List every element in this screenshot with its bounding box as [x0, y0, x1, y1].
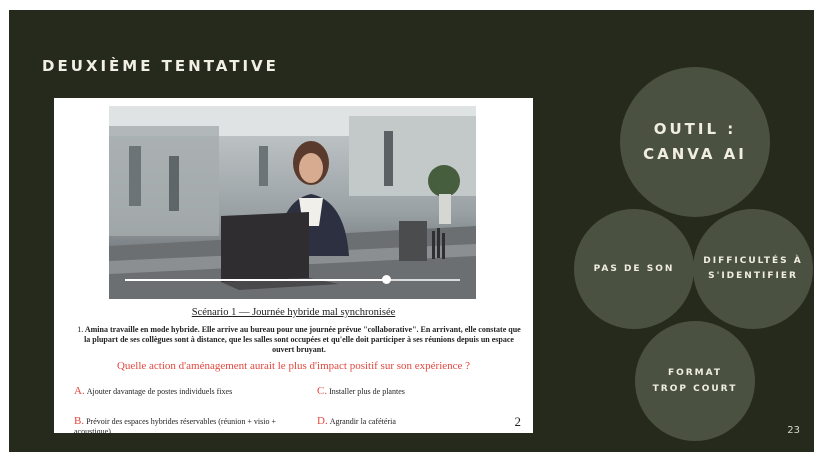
- circle-no-sound: PAS DE SON: [574, 209, 694, 329]
- option-b[interactable]: B. Prévoir des espaces hybrides réservabl…: [74, 416, 289, 437]
- option-letter: D.: [317, 415, 328, 427]
- video-progress-bar[interactable]: [125, 275, 460, 284]
- document-page-number: 2: [514, 414, 522, 429]
- video-progress-knob[interactable]: [381, 275, 391, 284]
- tool-name: CANVA AI: [643, 145, 747, 163]
- circle-short-format: FORMAT TROP COURT: [635, 321, 755, 441]
- scenario-title: Scénario 1 — Journée hybride mal synchro…: [191, 307, 396, 318]
- difficulty-line2: S'IDENTIFIER: [708, 271, 798, 281]
- option-c[interactable]: C. Installer plus de plantes: [317, 386, 517, 397]
- difficulty-line1: DIFFICULTÉS À: [703, 256, 803, 266]
- slide-page-number: 23: [787, 425, 800, 436]
- slide-title: DEUXIÈME TENTATIVE: [42, 57, 279, 75]
- circle-identification-difficulty: DIFFICULTÉS À S'IDENTIFIER: [693, 209, 813, 329]
- option-label: Ajouter davantage de postes individuels …: [86, 387, 233, 396]
- option-label: Agrandir la cafétéria: [329, 417, 396, 426]
- format-line2: TROP COURT: [652, 384, 738, 394]
- embedded-document: Scénario 1 — Journée hybride mal synchro…: [54, 98, 533, 436]
- option-letter: C.: [317, 385, 328, 397]
- option-label: Installer plus de plantes: [329, 387, 405, 396]
- video-progress-fill: [125, 279, 387, 281]
- scenario-number: 1.: [77, 325, 84, 334]
- option-a[interactable]: A. Ajouter davantage de postes individuel…: [74, 386, 294, 397]
- scenario-text: 1. Amina travaille en mode hybride. Elle…: [76, 325, 522, 355]
- video-frame-image: [109, 106, 476, 299]
- option-label: Prévoir des espaces hybrides réservables…: [74, 417, 276, 436]
- option-letter: B.: [74, 415, 85, 427]
- no-sound-label: PAS DE SON: [593, 264, 675, 274]
- tool-label: OUTIL :: [653, 120, 737, 138]
- video-player[interactable]: [109, 106, 476, 299]
- slide: DEUXIÈME TENTATIVE Scénario 1 — Journée …: [9, 10, 814, 452]
- scenario-description: Amina travaille en mode hybride. Elle ar…: [84, 325, 521, 354]
- format-line1: FORMAT: [667, 368, 723, 378]
- option-d[interactable]: D. Agrandir la cafétéria: [317, 416, 517, 427]
- circle-tool: OUTIL : CANVA AI: [620, 67, 770, 217]
- question-text: Quelle action d'aménagement aurait le pl…: [116, 360, 471, 372]
- option-letter: A.: [74, 385, 85, 397]
